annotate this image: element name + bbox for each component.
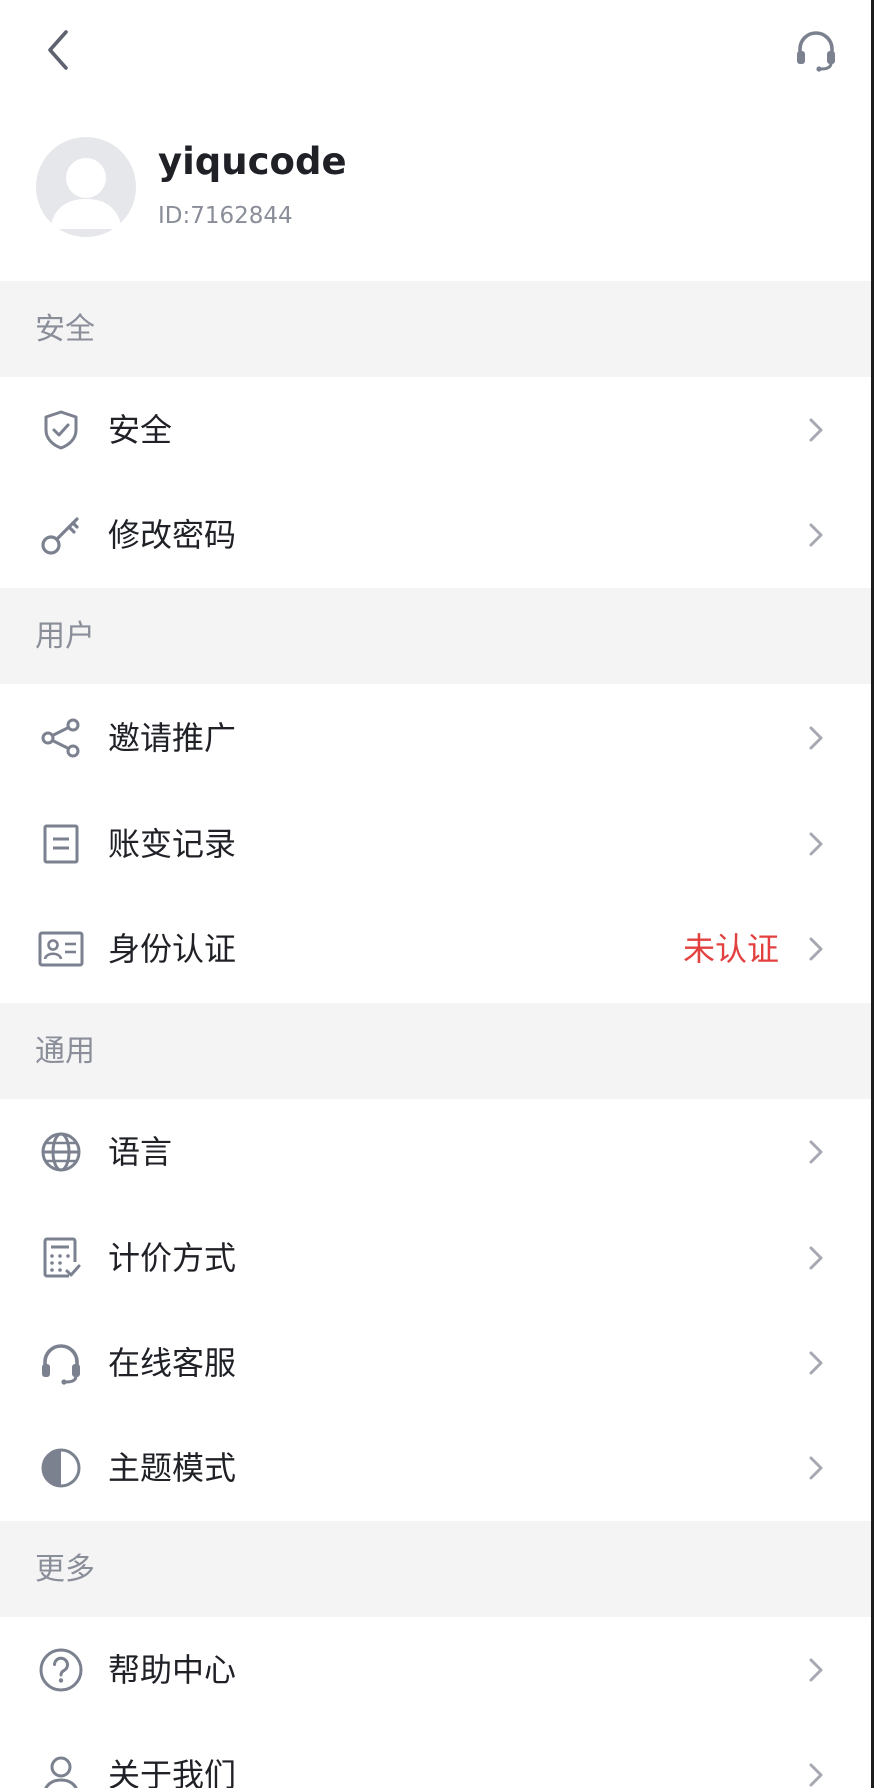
document-icon (38, 821, 84, 867)
section-header-user: 用户 (0, 588, 871, 684)
menu-item-theme-mode[interactable]: 主题模式 (0, 1415, 871, 1520)
user-id: ID:7162844 (158, 203, 293, 229)
phone-frame: yiqucode ID:7162844 安全 安全 修改密码 用户 邀请推广 账… (0, 0, 874, 1788)
section-header-security: 安全 (0, 281, 871, 377)
menu-item-invite[interactable]: 邀请推广 (0, 685, 871, 790)
avatar[interactable] (36, 137, 136, 237)
verification-status: 未认证 (682, 930, 779, 968)
half-circle-icon (38, 1445, 84, 1491)
shield-icon (38, 407, 84, 453)
profile-header: yiqucode ID:7162844 (0, 100, 871, 281)
section-title: 更多 (35, 1552, 95, 1587)
chevron-right-icon (805, 415, 827, 445)
user-icon (38, 1752, 84, 1788)
headset-icon (38, 1340, 84, 1386)
id-card-icon (38, 926, 84, 972)
key-icon (38, 512, 84, 558)
chevron-right-icon (805, 723, 827, 753)
menu-item-label: 身份认证 (108, 930, 237, 968)
chevron-right-icon (805, 1453, 827, 1483)
chevron-right-icon (805, 1137, 827, 1167)
menu-item-security[interactable]: 安全 (0, 377, 871, 482)
chevron-right-icon (805, 1760, 827, 1788)
chevron-right-icon (805, 520, 827, 550)
settings-page: yiqucode ID:7162844 安全 安全 修改密码 用户 邀请推广 账… (0, 0, 874, 1788)
menu-item-transactions[interactable]: 账变记录 (0, 791, 871, 896)
chevron-right-icon (805, 934, 827, 964)
globe-icon (38, 1129, 84, 1175)
chevron-right-icon (805, 1348, 827, 1378)
section-header-general: 通用 (0, 1003, 871, 1099)
chevron-right-icon (805, 829, 827, 859)
menu-item-label: 计价方式 (108, 1239, 237, 1277)
username: yiqucode (158, 140, 347, 183)
menu-item-label: 帮助中心 (108, 1651, 237, 1689)
section-title: 安全 (35, 312, 95, 347)
menu-item-label: 语言 (108, 1133, 173, 1171)
menu-item-label: 在线客服 (108, 1344, 237, 1382)
menu-item-label: 账变记录 (108, 825, 237, 863)
top-bar (0, 0, 871, 100)
menu-item-label: 主题模式 (108, 1449, 237, 1487)
default-avatar-icon (50, 158, 122, 229)
chevron-right-icon (805, 1655, 827, 1685)
share-icon (38, 715, 84, 761)
chevron-left-icon (48, 30, 68, 70)
menu-item-online-support[interactable]: 在线客服 (0, 1310, 871, 1415)
back-button[interactable] (36, 22, 80, 78)
menu-item-language[interactable]: 语言 (0, 1099, 871, 1204)
menu-item-label: 安全 (108, 411, 173, 449)
menu-item-label: 关于我们 (108, 1756, 237, 1788)
menu-item-help-center[interactable]: 帮助中心 (0, 1617, 871, 1722)
menu-item-change-password[interactable]: 修改密码 (0, 482, 871, 587)
calculator-icon (38, 1235, 84, 1281)
customer-support-button[interactable] (790, 24, 842, 76)
chevron-right-icon (805, 1243, 827, 1273)
menu-item-pricing-method[interactable]: 计价方式 (0, 1205, 871, 1310)
section-title: 通用 (35, 1034, 95, 1069)
menu-item-about-us[interactable]: 关于我们 (0, 1722, 871, 1788)
menu-item-identity-verification[interactable]: 身份认证 未认证 (0, 896, 871, 1001)
menu-item-label: 修改密码 (108, 516, 237, 554)
menu-item-label: 邀请推广 (108, 719, 237, 757)
section-title: 用户 (35, 619, 95, 654)
question-circle-icon (38, 1647, 84, 1693)
section-header-more: 更多 (0, 1521, 871, 1617)
headset-icon (797, 31, 835, 72)
